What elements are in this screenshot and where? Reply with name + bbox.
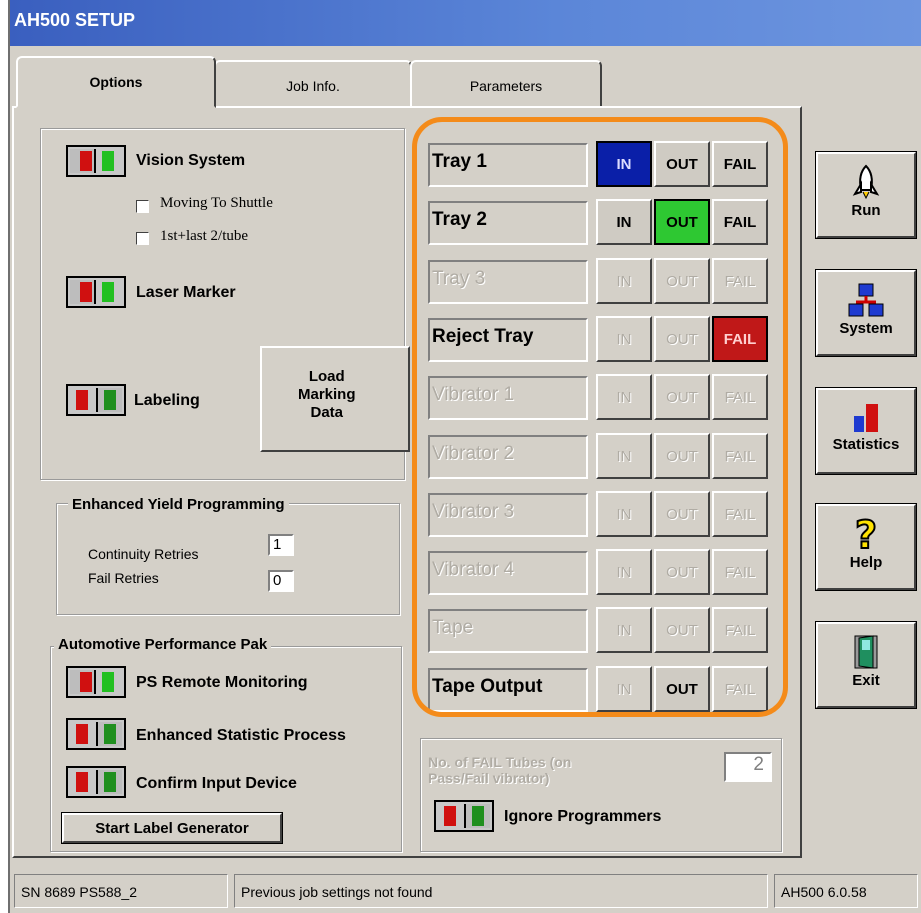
fail-retries-field[interactable]: 0 <box>268 570 294 592</box>
status-version: AH500 6.0.58 <box>774 874 918 908</box>
labeling-label: Labeling <box>134 392 200 409</box>
tray-tape-in-button[interactable]: IN <box>596 607 652 653</box>
tray-vibrator-4-in-button[interactable]: IN <box>596 549 652 595</box>
status-message: Previous job settings not found <box>234 874 768 908</box>
tray-tray-1-in-button[interactable]: IN <box>596 141 652 187</box>
enhanced-yield-title: Enhanced Yield Programming <box>68 496 289 513</box>
moving-to-shuttle-label: Moving To Shuttle <box>160 195 273 211</box>
tray-vibrator-1-out-button[interactable]: OUT <box>654 374 710 420</box>
tray-tray-2-out-button[interactable]: OUT <box>654 199 710 245</box>
tray-tray-2-fail-button[interactable]: FAIL <box>712 199 768 245</box>
tray-vibrator-3-out-button[interactable]: OUT <box>654 491 710 537</box>
tray-tray-1-fail-button[interactable]: FAIL <box>712 141 768 187</box>
load-marking-data-button[interactable]: Load Marking Data <box>260 346 410 452</box>
tray-label-reject-tray: Reject Tray <box>428 318 588 362</box>
window-title: AH500 SETUP <box>14 10 136 30</box>
system-button[interactable]: System <box>815 269 917 357</box>
tray-tray-3-in-button[interactable]: IN <box>596 258 652 304</box>
tray-vibrator-2-in-button[interactable]: IN <box>596 433 652 479</box>
first-last-checkbox[interactable] <box>136 232 149 245</box>
tray-vibrator-3-in-button[interactable]: IN <box>596 491 652 537</box>
tray-tray-3-out-button[interactable]: OUT <box>654 258 710 304</box>
tray-vibrator-2-fail-button[interactable]: FAIL <box>712 433 768 479</box>
ps-remote-monitoring-switch[interactable] <box>66 666 126 698</box>
tray-label-tray-2: Tray 2 <box>428 201 588 245</box>
ignore-programmers-switch[interactable] <box>434 800 494 832</box>
fail-tubes-field[interactable]: 2 <box>724 752 772 782</box>
laser-marker-label: Laser Marker <box>136 284 236 301</box>
rocket-icon <box>852 164 880 200</box>
fail-retries-label: Fail Retries <box>88 570 159 586</box>
start-label-generator-button[interactable]: Start Label Generator <box>61 812 283 844</box>
title-bar: AH500 SETUP <box>10 0 921 46</box>
confirm-input-device-switch[interactable] <box>66 766 126 798</box>
run-button[interactable]: Run <box>815 151 917 239</box>
automotive-title: Automotive Performance Pak <box>54 636 272 653</box>
tray-tray-2-in-button[interactable]: IN <box>596 199 652 245</box>
tray-tape-output-in-button[interactable]: IN <box>596 666 652 712</box>
setup-window: AH500 SETUP Options Job Info. Parameters… <box>8 0 921 913</box>
tray-tape-output-fail-button[interactable]: FAIL <box>712 666 768 712</box>
statistics-button[interactable]: Statistics <box>815 387 917 475</box>
fail-tubes-label: No. of FAIL Tubes (on Pass/Fail vibrator… <box>428 754 572 786</box>
moving-to-shuttle-checkbox[interactable] <box>136 200 149 213</box>
tray-vibrator-4-out-button[interactable]: OUT <box>654 549 710 595</box>
tray-vibrator-4-fail-button[interactable]: FAIL <box>712 549 768 595</box>
tray-label-vibrator-3: Vibrator 3 <box>428 493 588 537</box>
tray-reject-tray-fail-button[interactable]: FAIL <box>712 316 768 362</box>
vision-system-switch[interactable] <box>66 145 126 177</box>
tray-tape-fail-button[interactable]: FAIL <box>712 607 768 653</box>
tray-label-tape-output: Tape Output <box>428 668 588 712</box>
status-bar: SN 8689 PS588_2 Previous job settings no… <box>10 872 921 913</box>
continuity-retries-field[interactable]: 1 <box>268 534 294 556</box>
door-exit-icon <box>854 635 878 669</box>
ignore-programmers-label: Ignore Programmers <box>504 808 662 825</box>
enhanced-statistic-label: Enhanced Statistic Process <box>136 727 346 744</box>
tab-job-info[interactable]: Job Info. <box>214 60 412 108</box>
help-button[interactable]: ? Help <box>815 503 917 591</box>
tray-label-vibrator-2: Vibrator 2 <box>428 435 588 479</box>
tab-parameters[interactable]: Parameters <box>410 60 602 108</box>
tray-label-vibrator-4: Vibrator 4 <box>428 551 588 595</box>
tray-label-vibrator-1: Vibrator 1 <box>428 376 588 420</box>
labeling-switch[interactable] <box>66 384 126 416</box>
ps-remote-monitoring-label: PS Remote Monitoring <box>136 674 308 691</box>
tray-tape-output-out-button[interactable]: OUT <box>654 666 710 712</box>
bar-chart-icon <box>854 404 878 432</box>
laser-marker-switch[interactable] <box>66 276 126 308</box>
tray-tray-1-out-button[interactable]: OUT <box>654 141 710 187</box>
tray-vibrator-3-fail-button[interactable]: FAIL <box>712 491 768 537</box>
tray-tape-out-button[interactable]: OUT <box>654 607 710 653</box>
first-last-label: 1st+last 2/tube <box>160 228 249 244</box>
tray-vibrator-1-fail-button[interactable]: FAIL <box>712 374 768 420</box>
status-serial: SN 8689 PS588_2 <box>14 874 228 908</box>
question-icon: ? <box>854 516 878 552</box>
tray-label-tray-1: Tray 1 <box>428 143 588 187</box>
tray-reject-tray-in-button[interactable]: IN <box>596 316 652 362</box>
exit-button[interactable]: Exit <box>815 621 917 709</box>
tray-label-tape: Tape <box>428 609 588 653</box>
tab-options[interactable]: Options <box>16 56 216 108</box>
network-icon <box>848 283 884 317</box>
tray-reject-tray-out-button[interactable]: OUT <box>654 316 710 362</box>
enhanced-statistic-switch[interactable] <box>66 718 126 750</box>
tray-vibrator-1-in-button[interactable]: IN <box>596 374 652 420</box>
tray-label-tray-3: Tray 3 <box>428 260 588 304</box>
tray-tray-3-fail-button[interactable]: FAIL <box>712 258 768 304</box>
confirm-input-device-label: Confirm Input Device <box>136 775 297 792</box>
tray-vibrator-2-out-button[interactable]: OUT <box>654 433 710 479</box>
svg-text:?: ? <box>855 516 877 552</box>
vision-system-label: Vision System <box>136 152 246 169</box>
continuity-retries-label: Continuity Retries <box>88 546 199 562</box>
